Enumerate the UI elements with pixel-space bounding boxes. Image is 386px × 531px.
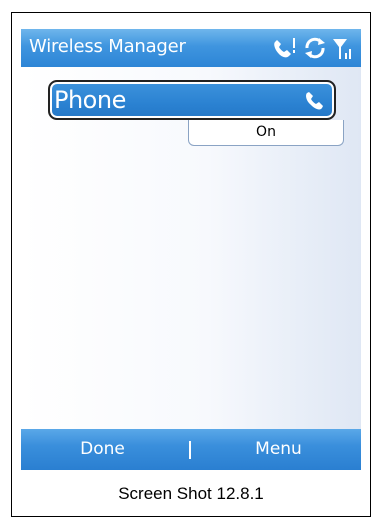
menu-button[interactable]: Menu xyxy=(196,429,361,470)
figure-caption: Screen Shot 12.8.1 xyxy=(118,484,264,503)
phone-icon xyxy=(303,90,325,116)
status-icons xyxy=(269,33,355,63)
phone-label: Phone xyxy=(54,86,126,114)
list-item-phone[interactable]: Phone xyxy=(48,80,336,120)
phone-status-box: On xyxy=(188,120,344,146)
window-title: Wireless Manager xyxy=(29,36,186,57)
signal-strength-icon[interactable] xyxy=(331,35,355,61)
softkey-separator xyxy=(189,441,191,459)
title-bar: Wireless Manager xyxy=(21,29,361,67)
phone-status-text: On xyxy=(256,124,276,140)
device-screen: Wireless Manager Phone On Done Menu xyxy=(21,29,361,470)
phone-call-icon[interactable] xyxy=(269,36,299,60)
sync-icon[interactable] xyxy=(302,36,328,60)
done-button[interactable]: Done xyxy=(21,429,184,470)
softkey-bar: Done Menu xyxy=(21,429,361,470)
